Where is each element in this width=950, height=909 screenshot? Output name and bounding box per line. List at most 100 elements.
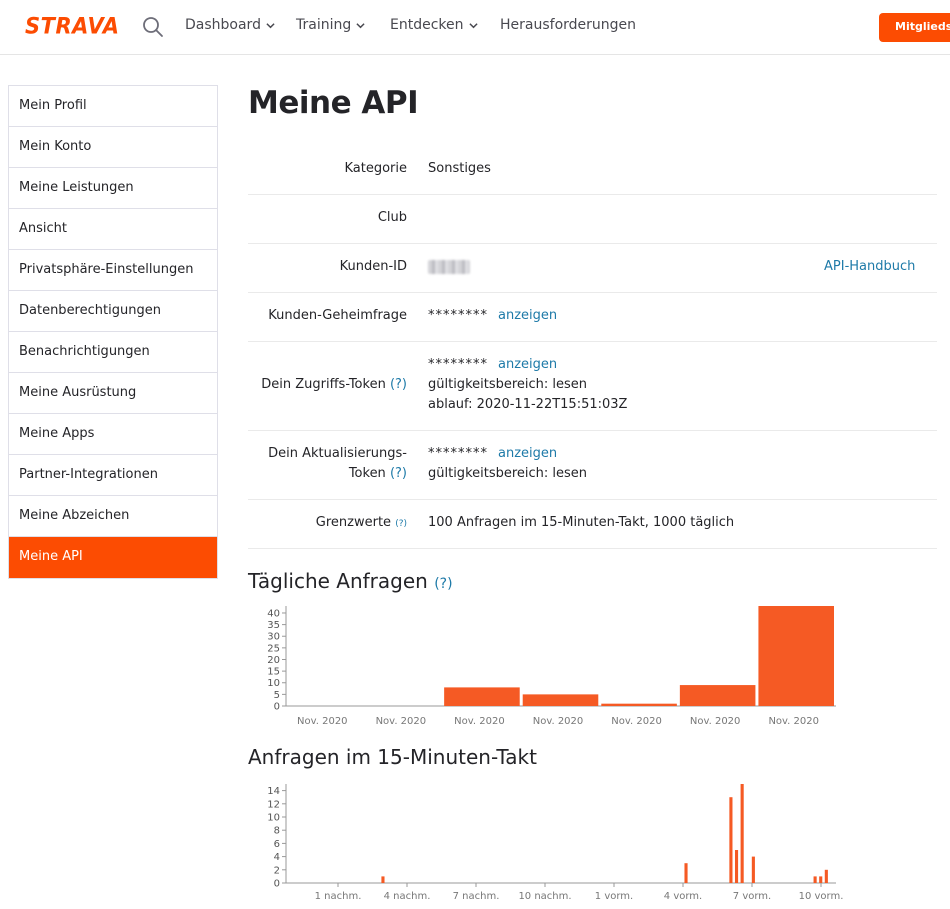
row-grenzwerte: Grenzwerte (?) 100 Anfragen im 15-Minute… [248, 500, 937, 549]
quarter-hour-requests-title: Anfragen im 15-Minuten-Takt [248, 745, 537, 769]
y-tick-label: 12 [267, 799, 280, 810]
sidebar-item-benachrichtigungen[interactable]: Benachrichtigungen [9, 332, 217, 373]
bar [381, 876, 385, 883]
x-tick-label: Nov. 2020 [611, 716, 662, 727]
bar [758, 606, 834, 706]
y-tick-label: 10 [267, 813, 280, 824]
bar [813, 876, 817, 883]
chevron-down-icon [356, 22, 365, 28]
sidebar-item-mein-konto[interactable]: Mein Konto [9, 127, 217, 168]
sidebar-item-datenberechtigungen[interactable]: Datenberechtigungen [9, 291, 217, 332]
kategorie-value: Sonstiges [428, 161, 491, 176]
masked-access-token: ******** [428, 357, 488, 372]
y-tick-label: 14 [267, 786, 280, 797]
access-token-label: Dein Zugriffs-Token (?) [261, 377, 407, 392]
row-kunden-id: Kunden-ID API-Handbuch [248, 244, 937, 293]
kategorie-label: Kategorie [344, 161, 407, 176]
bar [444, 687, 520, 706]
bar [824, 869, 828, 883]
y-tick-label: 10 [267, 678, 280, 689]
sidebar-item-meine-apps[interactable]: Meine Apps [9, 414, 217, 455]
y-tick-label: 25 [267, 643, 280, 654]
x-tick-label: 10 vorm. [799, 891, 844, 902]
x-tick-label: Nov. 2020 [768, 716, 819, 727]
x-tick-label: 4 nachm. [384, 891, 431, 902]
bar [729, 797, 733, 883]
y-tick-label: 6 [274, 839, 280, 850]
x-tick-label: 1 vorm. [595, 891, 633, 902]
x-tick-label: 7 vorm. [733, 891, 771, 902]
sidebar-item-mein-profil[interactable]: Mein Profil [9, 86, 217, 127]
row-club: Club [248, 195, 937, 244]
secret-value: ******** anzeigen [428, 306, 557, 326]
sidebar-item-ansicht[interactable]: Ansicht [9, 209, 217, 250]
sidebar-item-meine-ausruestung[interactable]: Meine Ausrüstung [9, 373, 217, 414]
y-tick-label: 0 [274, 879, 280, 890]
quarter-hour-requests-chart: 0 2 4 6 8 10 12 14 1 nachm. 4 nachm. 7 nachm. 10 na… [267, 784, 844, 902]
api-handbuch-link[interactable]: API-Handbuch [824, 257, 915, 277]
masked-secret: ******** [428, 308, 488, 323]
sidebar-item-partner-integrationen[interactable]: Partner-Integrationen [9, 455, 217, 496]
bar [734, 850, 739, 883]
refresh-token-value: ******** anzeigen gültigkeitsbereich: les… [428, 444, 587, 484]
nav-training[interactable]: Training [296, 17, 365, 33]
search-icon[interactable] [142, 16, 164, 38]
show-refresh-token-link[interactable]: anzeigen [498, 446, 557, 461]
nav-herausforderungen[interactable]: Herausforderungen [500, 17, 636, 33]
bar [601, 703, 677, 706]
club-label: Club [377, 210, 407, 225]
x-tick-label: 10 nachm. [518, 891, 571, 902]
access-token-value: ******** anzeigen gültigkeitsbereich: les… [428, 355, 627, 415]
secret-label: Kunden-Geheimfrage [268, 308, 407, 323]
access-token-expiry: ablauf: 2020-11-22T15:51:03Z [428, 397, 628, 412]
refresh-token-label: Dein Aktualisierungs- Token (?) [268, 446, 407, 481]
strava-logo[interactable]: STRAVA [25, 13, 120, 38]
x-tick-label: 4 vorm. [664, 891, 702, 902]
masked-refresh-token: ******** [428, 446, 488, 461]
y-tick-label: 20 [267, 655, 280, 666]
chevron-down-icon [468, 22, 478, 28]
chevron-down-icon [266, 22, 275, 28]
y-tick-label: 30 [267, 632, 280, 643]
bar [751, 856, 755, 883]
sidebar-item-meine-api[interactable]: Meine API [9, 537, 217, 578]
limits-value: 100 Anfragen im 15-Minuten-Takt, 1000 tä… [428, 515, 735, 530]
kunden-id-label: Kunden-ID [339, 259, 407, 274]
y-tick-label: 4 [274, 852, 280, 863]
bar [740, 784, 744, 883]
y-tick-label: 35 [267, 620, 280, 631]
page-title: Meine API [248, 85, 419, 121]
y-tick-label: 15 [267, 667, 280, 678]
help-icon[interactable]: (?) [434, 576, 452, 592]
sidebar-item-meine-leistungen[interactable]: Meine Leistungen [9, 168, 217, 209]
kunden-id-value [428, 257, 470, 277]
bar [679, 685, 756, 706]
show-access-token-link[interactable]: anzeigen [498, 357, 557, 372]
x-tick-label: Nov. 2020 [690, 716, 741, 727]
show-secret-link[interactable]: anzeigen [498, 308, 557, 323]
membership-button[interactable]: Mitgliedschaft [879, 13, 950, 42]
sidebar-item-meine-abzeichen[interactable]: Meine Abzeichen [9, 496, 217, 537]
bar [819, 876, 823, 883]
nav-entdecken[interactable]: Entdecken [390, 17, 478, 33]
y-tick-label: 40 [267, 608, 280, 619]
nav-dashboard[interactable]: Dashboard [185, 17, 275, 33]
row-kategorie: Kategorie Sonstiges [248, 145, 937, 195]
help-icon[interactable]: (?) [395, 519, 407, 529]
bar [684, 863, 688, 883]
daily-requests-title: Tägliche Anfragen (?) [248, 569, 453, 593]
top-navigation: STRAVA Dashboard Training Entdecken Hera… [0, 0, 950, 55]
row-zugriffs-token: Dein Zugriffs-Token (?) ******** anzeigen… [248, 342, 937, 431]
help-icon[interactable]: (?) [390, 466, 407, 481]
help-icon[interactable]: (?) [390, 377, 407, 392]
limits-label: Grenzwerte (?) [315, 515, 407, 530]
sidebar-item-privatsphaere[interactable]: Privatsphäre-Einstellungen [9, 250, 217, 291]
redacted-client-id [428, 259, 470, 274]
y-tick-label: 8 [274, 826, 280, 837]
x-tick-label: 7 nachm. [453, 891, 500, 902]
bar [522, 694, 599, 706]
refresh-token-scope: gültigkeitsbereich: lesen [428, 466, 588, 481]
x-tick-label: Nov. 2020 [376, 716, 427, 727]
row-kunden-geheimfrage: Kunden-Geheimfrage ******** anzeigen [248, 293, 937, 342]
row-aktualisierungs-token: Dein Aktualisierungs- Token (?) ********… [248, 431, 937, 500]
